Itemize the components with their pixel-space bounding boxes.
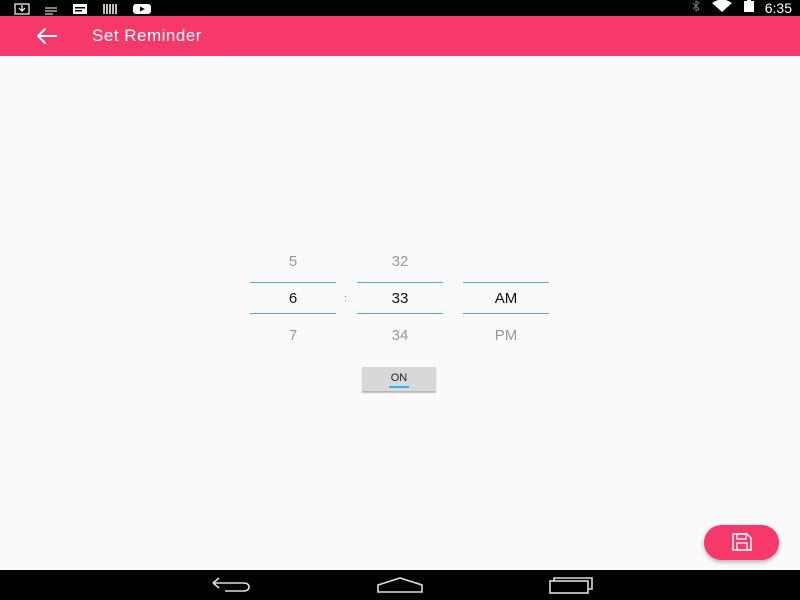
nav-home-button[interactable]	[375, 575, 425, 595]
app-bar: Set Reminder	[0, 16, 800, 56]
minute-prev[interactable]: 32	[357, 253, 443, 270]
screen: 6:35 Set Reminder 5 6 7 : 32 33 34 AM PM…	[0, 0, 800, 600]
minute-current[interactable]: 33	[357, 290, 443, 307]
hour-current[interactable]: 6	[250, 290, 336, 307]
ampm-divider-top	[463, 282, 549, 283]
minute-divider-bottom	[357, 313, 443, 314]
time-picker: 5 6 7 : 32 33 34 AM PM	[250, 246, 550, 356]
ampm-spinner[interactable]: AM PM	[463, 246, 549, 356]
bluetooth-icon	[691, 0, 701, 17]
ampm-current[interactable]: AM	[463, 290, 549, 307]
wifi-icon	[711, 0, 733, 18]
hour-divider-bottom	[250, 313, 336, 314]
page-title: Set Reminder	[92, 26, 202, 45]
recents-nav-icon	[549, 577, 593, 594]
hour-spinner[interactable]: 5 6 7	[250, 246, 336, 356]
back-button[interactable]	[32, 24, 60, 48]
nav-recents-button[interactable]	[546, 575, 596, 595]
ampm-divider-bottom	[463, 313, 549, 314]
status-bar: 6:35	[0, 0, 800, 16]
ampm-next[interactable]: PM	[463, 327, 549, 344]
toggle-indicator	[389, 386, 409, 388]
save-fab-button[interactable]	[704, 525, 779, 560]
minute-next[interactable]: 34	[357, 327, 443, 344]
back-nav-icon	[212, 577, 250, 592]
arrow-back-icon	[37, 28, 57, 44]
hour-next[interactable]: 7	[250, 327, 336, 344]
minute-divider-top	[357, 282, 443, 283]
reminder-toggle-button[interactable]: ON	[362, 367, 436, 392]
minute-spinner[interactable]: 32 33 34	[357, 246, 443, 356]
toggle-label: ON	[390, 372, 408, 384]
hour-divider-top	[250, 282, 336, 283]
status-time: 6:35	[764, 0, 792, 16]
nav-back-button[interactable]	[205, 575, 255, 595]
status-system: 6:35	[691, 0, 792, 16]
battery-icon	[743, 0, 755, 18]
home-nav-icon	[377, 577, 423, 593]
navigation-bar	[0, 570, 800, 600]
time-separator: :	[344, 293, 347, 303]
hour-prev[interactable]: 5	[250, 253, 336, 270]
save-icon	[732, 533, 752, 551]
